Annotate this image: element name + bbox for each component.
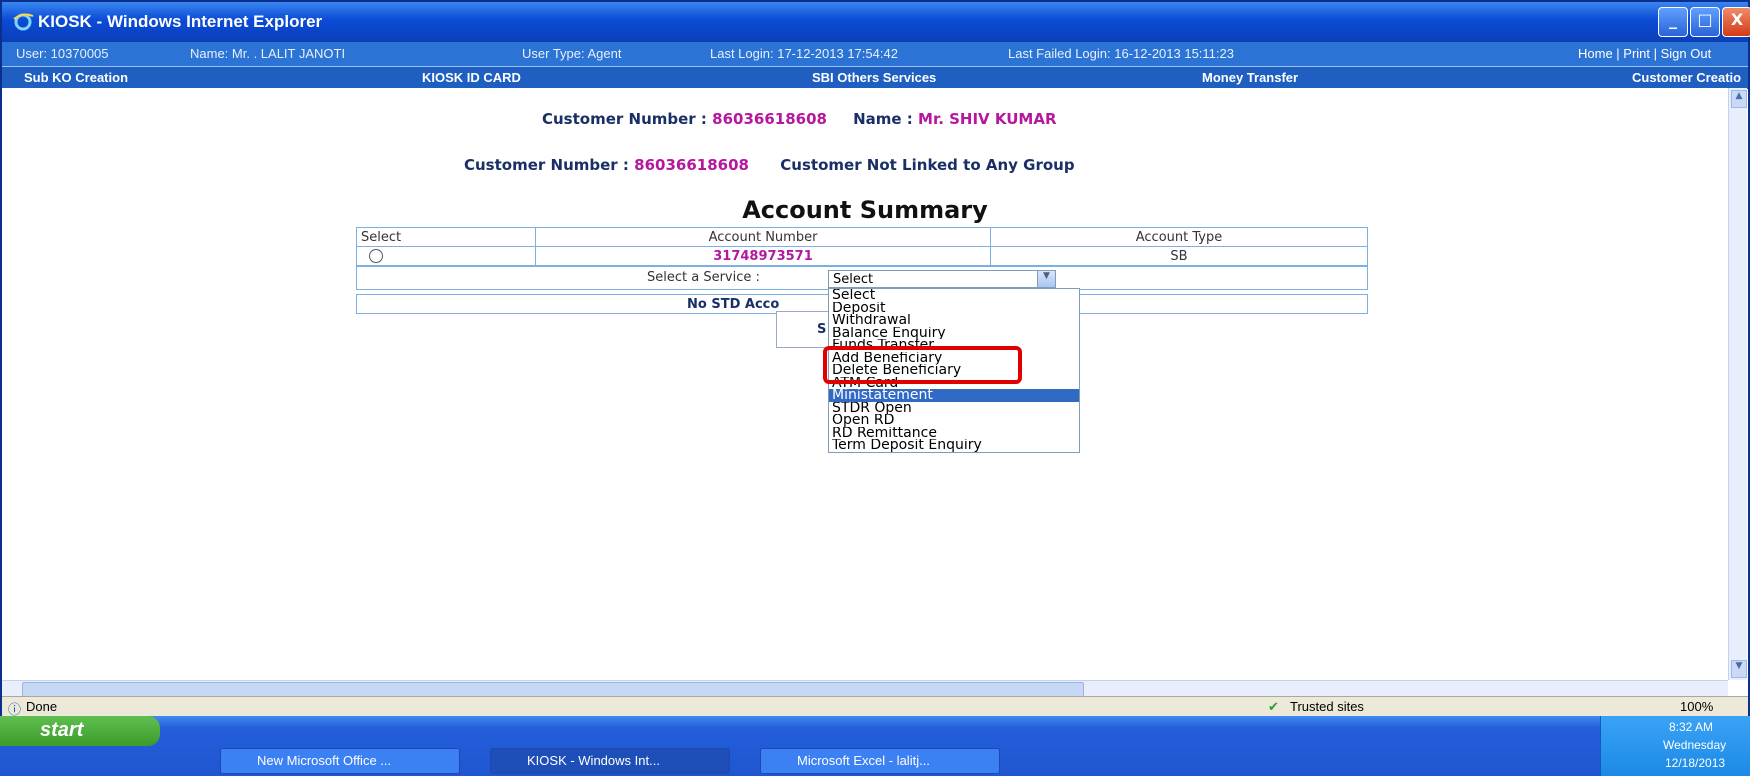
customer-number-value-2: 86036618608 [634,156,749,174]
status-bar: ⓘ Done ✔ Trusted sites 100% [2,696,1748,717]
table-row: 31748973571 SB [356,246,1368,266]
task-word[interactable]: New Microsoft Office ... [220,748,460,774]
start-label: start [40,719,84,741]
option-select[interactable]: Select [829,289,1079,302]
std-message: No STD Acco [687,297,780,312]
menu-item-customer-creation[interactable]: Customer Creatio [1632,70,1741,85]
user-info-bar: User: 10370005 Name: Mr. . LALIT JANOTI … [2,42,1748,66]
task-word-label: New Microsoft Office ... [257,753,392,768]
table-header-row: Select Account Number Account Type [356,227,1368,247]
menu-bar: Sub KO Creation KIOSK ID CARD SBI Others… [2,66,1748,89]
option-balance-enquiry[interactable]: Balance Enquiry [829,327,1079,340]
account-table: Select Account Number Account Type 31748… [356,227,1368,266]
menu-item-sub-ko-creation[interactable]: Sub KO Creation [24,70,128,85]
customer-number-label-2: Customer Number : [464,156,629,174]
customer-line-2: Customer Number : 86036618608 Customer N… [464,156,1075,174]
account-type-cell: SB [990,246,1368,266]
security-zone: Trusted sites [1290,699,1364,714]
window-title: KIOSK - Windows Internet Explorer [38,12,323,31]
scroll-up-icon[interactable]: ▲ [1731,90,1747,108]
submit-button-label: S [817,322,827,337]
menu-item-kiosk-id-card[interactable]: KIOSK ID CARD [422,70,521,85]
user-id: User: 10370005 [16,46,109,61]
task-ie-label: KIOSK - Windows Int... [527,753,660,768]
customer-number-value: 86036618608 [712,110,827,128]
header-select: Select [356,227,536,247]
user-type: User Type: Agent [522,46,622,61]
status-text: Done [26,699,58,714]
scroll-down-icon[interactable]: ▼ [1731,660,1747,678]
task-ie[interactable]: KIOSK - Windows Int... [490,748,730,774]
title-bar: KIOSK - Windows Internet Explorer _ □ X [2,2,1750,42]
submit-button[interactable]: S [776,311,831,348]
customer-line-1: Customer Number : 86036618608 Name : Mr.… [542,110,1057,128]
last-login: Last Login: 17-12-2013 17:54:42 [710,46,898,61]
close-button[interactable]: X [1722,7,1750,37]
select-cell [356,246,536,266]
service-select-value: Select [833,272,874,287]
minimize-button[interactable]: _ [1658,7,1688,37]
account-summary-title: Account Summary [742,196,988,224]
account-number-cell: 31748973571 [535,246,991,266]
taskbar: start New Microsoft Office ... KIOSK - W… [0,716,1750,776]
clock-time: 8:32 AM [1669,720,1714,734]
zoom-level[interactable]: 100% [1680,699,1713,714]
last-failed-login: Last Failed Login: 16-12-2013 15:11:23 [1008,46,1234,61]
task-excel-label: Microsoft Excel - lalitj... [797,753,930,768]
horizontal-scrollbar[interactable] [2,680,1728,697]
option-open-rd[interactable]: Open RD [829,414,1079,427]
menu-item-money-transfer[interactable]: Money Transfer [1202,70,1298,85]
maximize-button[interactable]: □ [1690,7,1720,37]
horizontal-scroll-thumb[interactable] [22,682,1084,697]
header-account-number: Account Number [535,227,991,247]
service-label: Select a Service : [647,270,760,285]
option-stdr-open[interactable]: STDR Open [829,402,1079,415]
close-icon: X [1730,10,1744,29]
group-status: Customer Not Linked to Any Group [780,156,1075,174]
check-icon: ✔ [1268,699,1279,714]
header-links[interactable]: Home | Print | Sign Out [1578,46,1711,61]
account-radio[interactable] [369,249,383,263]
clock-day: Wednesday [1663,738,1727,752]
customer-name-label: Name : [853,110,913,128]
start-button[interactable]: start [0,716,160,746]
chevron-down-icon[interactable]: ▼ [1037,271,1055,287]
user-name: Name: Mr. . LALIT JANOTI [190,46,346,61]
menu-item-sbi-others-services[interactable]: SBI Others Services [812,70,936,85]
vertical-scrollbar[interactable]: ▲ ▼ [1728,88,1747,680]
option-deposit[interactable]: Deposit [829,302,1079,315]
option-ministatement[interactable]: Ministatement [829,389,1079,402]
service-select[interactable]: Select ▼ [828,270,1056,288]
header-account-type: Account Type [990,227,1368,247]
customer-number-label: Customer Number : [542,110,707,128]
clock-date: 12/18/2013 [1665,756,1726,770]
maximize-icon: □ [1697,10,1713,29]
task-excel[interactable]: Microsoft Excel - lalitj... [760,748,1000,774]
option-rd-remittance[interactable]: RD Remittance [829,427,1079,440]
option-term-deposit-enquiry[interactable]: Term Deposit Enquiry [829,439,1079,452]
system-tray: 8:32 AM Wednesday 12/18/2013 [1600,716,1750,776]
page-content: Customer Number : 86036618608 Name : Mr.… [2,88,1728,680]
highlight-annotation-box [823,346,1022,384]
option-withdrawal[interactable]: Withdrawal [829,314,1079,327]
minimize-icon: _ [1669,10,1677,29]
ie-logo-icon [13,13,34,31]
customer-name-value: Mr. SHIV KUMAR [918,110,1057,128]
